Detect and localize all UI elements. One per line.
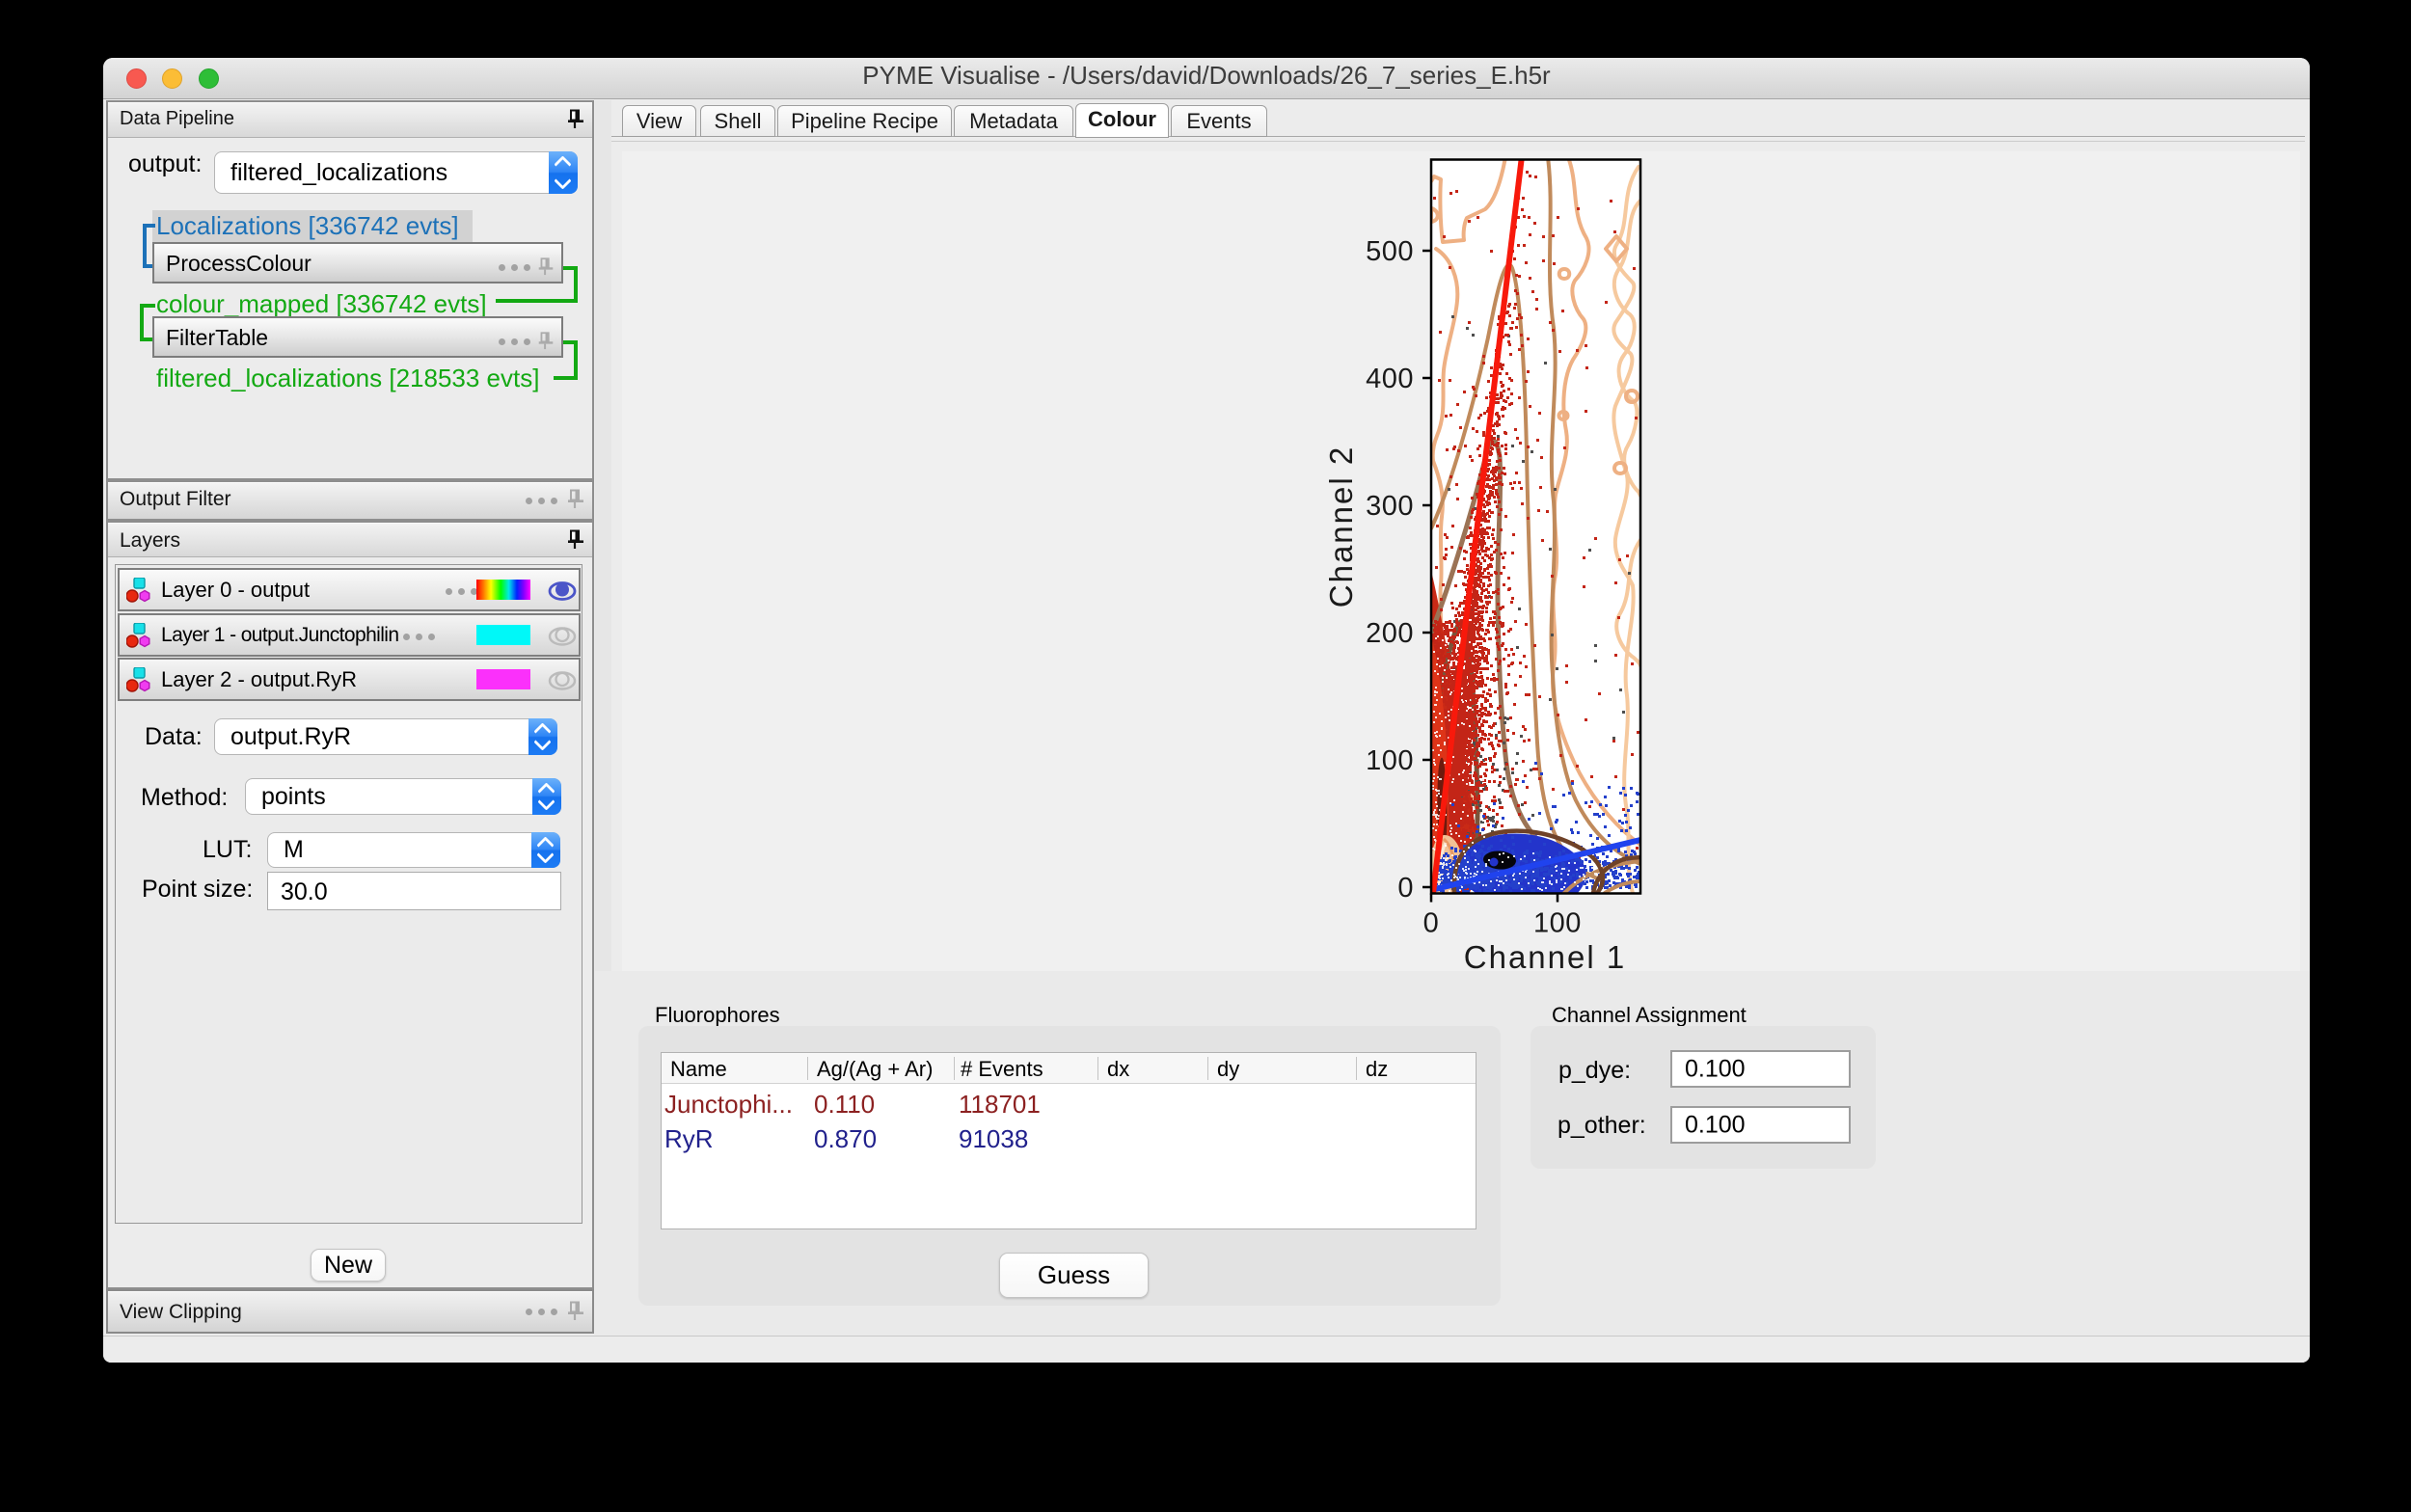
svg-text:Channel 2: Channel 2 <box>1323 446 1359 608</box>
svg-text:400: 400 <box>1366 364 1414 394</box>
svg-text:200: 200 <box>1366 618 1414 649</box>
svg-text:Channel 1: Channel 1 <box>1464 939 1626 975</box>
svg-text:500: 500 <box>1366 236 1414 267</box>
svg-text:100: 100 <box>1366 745 1414 776</box>
svg-text:0: 0 <box>1397 873 1414 904</box>
svg-text:100: 100 <box>1533 908 1582 939</box>
svg-text:300: 300 <box>1366 491 1414 522</box>
svg-text:0: 0 <box>1423 908 1440 939</box>
